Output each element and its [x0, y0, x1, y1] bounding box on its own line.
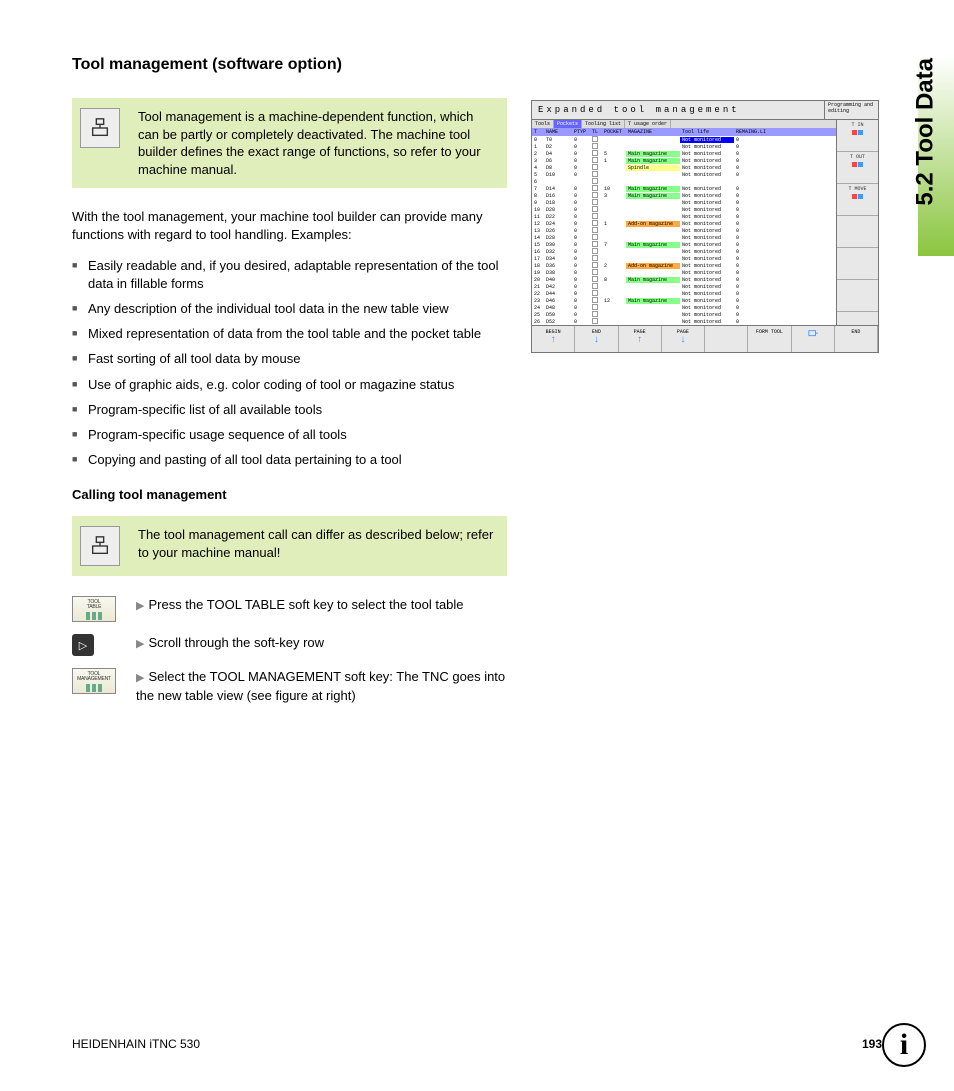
feature-item: Use of graphic aids, e.g. color coding o…: [72, 376, 507, 394]
shot-softkey: END: [835, 326, 878, 352]
table-row: 1D20Not monitored0: [532, 143, 836, 150]
table-row: 20D4008Main magazineNot monitored0: [532, 276, 836, 283]
shot-softkey: FORM TOOL: [748, 326, 791, 352]
page-footer: HEIDENHAIN iTNC 530 193: [72, 1037, 882, 1051]
table-row: 16D320Not monitored0: [532, 248, 836, 255]
table-row: 9D180Not monitored0: [532, 199, 836, 206]
step-text: ▶Select the TOOL MANAGEMENT soft key: Th…: [136, 668, 507, 705]
shot-col-header: NAME: [544, 128, 572, 136]
table-row: 14D280Not monitored0: [532, 234, 836, 241]
note-text: Tool management is a machine-dependent f…: [138, 108, 495, 178]
softkey-icon: TOOLTABLE: [72, 596, 116, 622]
table-row: 24D480Not monitored0: [532, 304, 836, 311]
shot-col-header: POCKET: [602, 128, 626, 136]
table-row: 23D46012Main magazineNot monitored0: [532, 297, 836, 304]
table-row: 21D420Not monitored0: [532, 283, 836, 290]
step-text: ▶Press the TOOL TABLE soft key to select…: [136, 596, 464, 614]
shot-tab: Pockets: [554, 120, 582, 128]
step: ▷ ▶Scroll through the soft-key row: [72, 634, 507, 656]
shot-side-button: [837, 280, 878, 312]
feature-item: Program-specific list of all available t…: [72, 401, 507, 419]
shot-softkey: PAGE↓: [662, 326, 705, 352]
feature-item: Copying and pasting of all tool data per…: [72, 451, 507, 469]
feature-item: Mixed representation of data from the to…: [72, 325, 507, 343]
shot-softkey: BEGIN↑: [532, 326, 575, 352]
feature-item: Any description of the individual tool d…: [72, 300, 507, 318]
shot-tab: Tooling list: [582, 120, 625, 128]
shot-softkey: PAGE↑: [619, 326, 662, 352]
table-row: 3D601Main magazineNot monitored0: [532, 157, 836, 164]
table-row: 2D405Main magazineNot monitored0: [532, 150, 836, 157]
machine-icon: [80, 526, 120, 566]
table-row: 6: [532, 178, 836, 185]
intro-paragraph: With the tool management, your machine t…: [72, 208, 507, 244]
shot-rows: 0T00Not monitored01D20Not monitored02D40…: [532, 136, 836, 325]
step: TOOLTABLE ▶Press the TOOL TABLE soft key …: [72, 596, 507, 622]
shot-side-button: T IN: [837, 120, 878, 152]
section-tab-label: 5.2 Tool Data: [912, 58, 940, 206]
shot-side-button: [837, 216, 878, 248]
table-row: 0T00Not monitored0: [532, 136, 836, 143]
shot-tab: Tools: [532, 120, 554, 128]
table-row: 13D260Not monitored0: [532, 227, 836, 234]
shot-softkey: END↓: [575, 326, 618, 352]
table-row: 11D220Not monitored0: [532, 213, 836, 220]
table-row: 17D340Not monitored0: [532, 255, 836, 262]
screenshot-tool-management: Expanded tool management Programming and…: [531, 100, 879, 353]
table-row: 19D380Not monitored0: [532, 269, 836, 276]
table-row: 26D520Not monitored0: [532, 318, 836, 325]
info-icon: i: [882, 1023, 926, 1067]
table-row: 8D1603Main magazineNot monitored0: [532, 192, 836, 199]
shot-tab: T usage order: [625, 120, 671, 128]
scroll-key-icon: ▷: [72, 634, 116, 656]
shot-title: Expanded tool management: [532, 101, 824, 119]
shot-side-button: T OUT: [837, 152, 878, 184]
machine-icon: [80, 108, 120, 148]
shot-side-button: [837, 248, 878, 280]
page-heading: Tool management (software option): [72, 56, 507, 74]
shot-col-header: MAGAZINE: [626, 128, 680, 136]
feature-item: Fast sorting of all tool data by mouse: [72, 350, 507, 368]
shot-mode: Programming and editing: [824, 101, 878, 119]
table-row: 25D500Not monitored0: [532, 311, 836, 318]
shot-softkey: [705, 326, 748, 352]
note-call-differ: The tool management call can differ as d…: [72, 516, 507, 576]
step-text: ▶Scroll through the soft-key row: [136, 634, 324, 652]
note-text: The tool management call can differ as d…: [138, 526, 495, 561]
subheading-calling: Calling tool management: [72, 487, 507, 502]
feature-item: Easily readable and, if you desired, ada…: [72, 257, 507, 293]
table-row: 7D14010Main magazineNot monitored0: [532, 185, 836, 192]
shot-col-header: REMAING.LI: [734, 128, 836, 136]
table-row: 4D80SpindleNot monitored0: [532, 164, 836, 171]
shot-tabs: ToolsPocketsTooling listT usage order: [532, 120, 836, 128]
shot-side-button: T MOVE: [837, 184, 878, 216]
feature-list: Easily readable and, if you desired, ada…: [72, 257, 507, 470]
table-row: 18D3602Add-on magazineNot monitored0: [532, 262, 836, 269]
footer-product: HEIDENHAIN iTNC 530: [72, 1037, 200, 1051]
table-row: 22D440Not monitored0: [532, 290, 836, 297]
table-row: 12D2401Add-on magazineNot monitored0: [532, 220, 836, 227]
note-machine-dependent: Tool management is a machine-dependent f…: [72, 98, 507, 188]
page-number: 193: [862, 1037, 882, 1051]
feature-item: Program-specific usage sequence of all t…: [72, 426, 507, 444]
table-row: 5D100Not monitored0: [532, 171, 836, 178]
step: TOOLMANAGEMENT ▶Select the TOOL MANAGEMEN…: [72, 668, 507, 705]
shot-col-header: PTYP: [572, 128, 590, 136]
shot-softkey: [792, 326, 835, 352]
table-row: 10D200Not monitored0: [532, 206, 836, 213]
shot-thead: TNAMEPTYPTLPOCKETMAGAZINETool lifeREMAIN…: [532, 128, 836, 136]
steps-list: TOOLTABLE ▶Press the TOOL TABLE soft key …: [72, 596, 507, 705]
shot-col-header: T: [532, 128, 544, 136]
table-row: 15D3007Main magazineNot monitored0: [532, 241, 836, 248]
softkey-icon: TOOLMANAGEMENT: [72, 668, 116, 694]
shot-col-header: Tool life: [680, 128, 734, 136]
shot-sidebar: T INT OUTT MOVE: [836, 120, 878, 325]
shot-softkeys: BEGIN↑END↓PAGE↑PAGE↓ FORM TOOL END: [532, 325, 878, 352]
